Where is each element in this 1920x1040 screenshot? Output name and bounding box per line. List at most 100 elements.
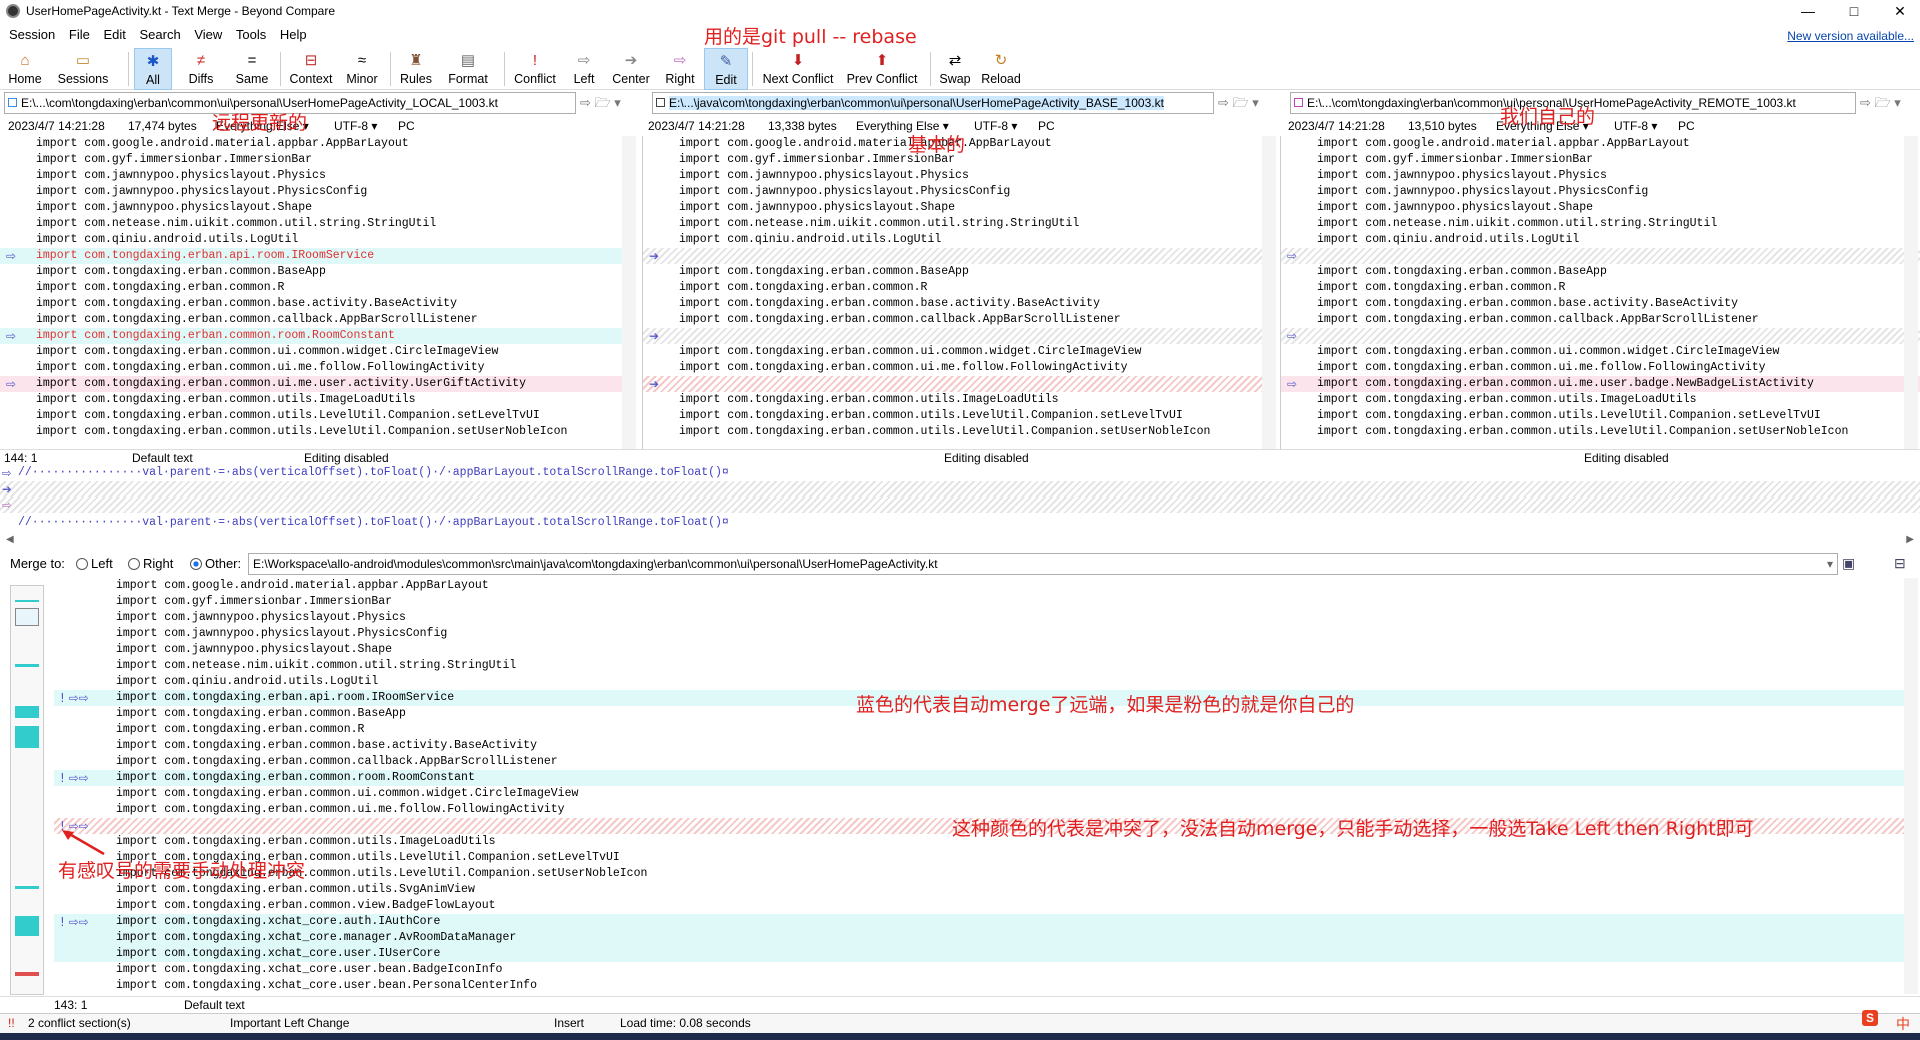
right-file-pane[interactable]: import com.google.android.material.appba… — [1280, 136, 1920, 450]
output-line[interactable]: ! ⇨⇨ import com.tongdaxing.xchat_core.aut… — [54, 914, 1904, 930]
code-line[interactable]: import com.tongdaxing.erban.common.base.… — [643, 296, 1274, 312]
left-encoding-select[interactable]: UTF-8 ▾ — [334, 119, 377, 133]
code-line[interactable]: import com.tongdaxing.erban.common.utils… — [643, 408, 1274, 424]
code-line[interactable]: import com.jawnnypoo.physicslayout.Physi… — [0, 168, 636, 184]
sessions-button[interactable]: ▭ Sessions — [50, 48, 116, 90]
code-line[interactable]: ➔ — [643, 376, 1274, 392]
change-marker-icon[interactable]: ➔ — [649, 248, 663, 264]
merge-other-radio[interactable]: Other: — [190, 556, 241, 571]
code-line[interactable]: import com.gyf.immersionbar.ImmersionBar — [1281, 152, 1920, 168]
change-marker-icon[interactable]: ⇨ — [6, 376, 20, 392]
code-line[interactable]: import com.tongdaxing.erban.common.utils… — [643, 392, 1274, 408]
code-line[interactable]: import com.tongdaxing.erban.common.ui.co… — [1281, 344, 1920, 360]
output-line[interactable]: import com.gyf.immersionbar.ImmersionBar — [54, 594, 1904, 610]
code-line[interactable]: ⇨ import com.tongdaxing.erban.common.room… — [0, 328, 636, 344]
code-line[interactable]: import com.tongdaxing.erban.common.ui.me… — [1281, 360, 1920, 376]
horizontal-scrollbar[interactable]: ◀ ▶ — [0, 534, 1920, 546]
left-scrollbar[interactable] — [622, 136, 636, 450]
menu-tools[interactable]: Tools — [231, 24, 271, 45]
output-line[interactable]: import com.jawnnypoo.physicslayout.Physi… — [54, 626, 1904, 642]
code-line[interactable]: import com.tongdaxing.erban.common.callb… — [643, 312, 1274, 328]
output-line[interactable]: import com.tongdaxing.erban.common.R — [54, 722, 1904, 738]
code-line[interactable]: import com.tongdaxing.erban.common.utils… — [1281, 392, 1920, 408]
center-scrollbar[interactable] — [1262, 136, 1276, 450]
minor-button[interactable]: ≈ Minor — [340, 48, 384, 90]
code-line[interactable]: ➔ — [643, 248, 1274, 264]
center-path-buttons[interactable]: ⇨ 🗁 ▾ — [1218, 92, 1259, 114]
output-line[interactable]: import com.tongdaxing.xchat_core.user.IU… — [54, 946, 1904, 962]
code-line[interactable]: import com.tongdaxing.erban.common.BaseA… — [643, 264, 1274, 280]
code-line[interactable]: ⇨ — [1281, 328, 1920, 344]
change-marker-icon[interactable]: ➔ — [649, 376, 663, 392]
close-button[interactable]: ✕ — [1877, 0, 1920, 24]
code-line[interactable]: import com.jawnnypoo.physicslayout.Shape — [643, 200, 1274, 216]
center-file-pane[interactable]: import com.google.android.material.appba… — [642, 136, 1274, 450]
code-line[interactable]: import com.qiniu.android.utils.LogUtil — [1281, 232, 1920, 248]
menu-help[interactable]: Help — [275, 24, 312, 45]
output-line[interactable]: import com.jawnnypoo.physicslayout.Physi… — [54, 610, 1904, 626]
next-conflict-button[interactable]: ⬇ Next Conflict — [758, 48, 838, 90]
code-line[interactable]: import com.netease.nim.uikit.common.util… — [0, 216, 636, 232]
menu-view[interactable]: View — [189, 24, 227, 45]
code-line[interactable]: import com.netease.nim.uikit.common.util… — [643, 216, 1274, 232]
code-line[interactable]: import com.tongdaxing.erban.common.ui.me… — [643, 360, 1274, 376]
output-line[interactable]: import com.google.android.material.appba… — [54, 578, 1904, 594]
left-button[interactable]: ⇨ Left — [566, 48, 602, 90]
code-line[interactable]: import com.qiniu.android.utils.LogUtil — [0, 232, 636, 248]
right-path-buttons[interactable]: ⇨ 🗁 ▾ — [1860, 92, 1901, 114]
output-scrollbar[interactable] — [1904, 578, 1918, 994]
swap-button[interactable]: ⇄ Swap — [936, 48, 974, 90]
minimize-button[interactable]: — — [1785, 0, 1831, 24]
code-line[interactable]: import com.tongdaxing.erban.common.R — [1281, 280, 1920, 296]
merge-right-radio[interactable]: Right — [128, 556, 173, 571]
output-line[interactable]: import com.tongdaxing.erban.common.utils… — [54, 866, 1904, 882]
output-line[interactable]: import com.tongdaxing.erban.common.view.… — [54, 898, 1904, 914]
home-button[interactable]: ⌂ Home — [4, 48, 46, 90]
code-line[interactable]: ➔ — [643, 328, 1274, 344]
overview-thumbnail[interactable] — [10, 585, 44, 995]
code-line[interactable]: import com.tongdaxing.erban.common.base.… — [1281, 296, 1920, 312]
output-line[interactable]: import com.jawnnypoo.physicslayout.Shape — [54, 642, 1904, 658]
code-line[interactable]: ⇨ — [1281, 248, 1920, 264]
format-button[interactable]: ▤ Format — [440, 48, 496, 90]
edit-button[interactable]: ✎ Edit — [704, 48, 748, 90]
menu-edit[interactable]: Edit — [98, 24, 130, 45]
code-line[interactable]: import com.jawnnypoo.physicslayout.Physi… — [0, 184, 636, 200]
output-line[interactable]: ! ⇨⇨ import com.tongdaxing.erban.common.r… — [54, 770, 1904, 786]
code-line[interactable]: import com.google.android.material.appba… — [1281, 136, 1920, 152]
change-marker-icon[interactable]: ➔ — [649, 328, 663, 344]
save-icon[interactable]: ▣ — [1842, 555, 1855, 572]
rules-button[interactable]: ♜ Rules — [396, 48, 436, 90]
output-line[interactable]: import com.tongdaxing.erban.common.utils… — [54, 850, 1904, 866]
code-line[interactable]: import com.jawnnypoo.physicslayout.Shape — [1281, 200, 1920, 216]
code-line[interactable]: import com.tongdaxing.erban.common.utils… — [0, 392, 636, 408]
left-file-pane[interactable]: import com.google.android.material.appba… — [0, 136, 636, 450]
code-line[interactable]: import com.jawnnypoo.physicslayout.Physi… — [1281, 168, 1920, 184]
change-marker-icon[interactable]: ⇨ — [1287, 376, 1301, 392]
code-line[interactable]: import com.tongdaxing.erban.common.R — [643, 280, 1274, 296]
code-line[interactable]: import com.tongdaxing.erban.common.BaseA… — [1281, 264, 1920, 280]
change-marker-icon[interactable]: ! ⇨⇨ — [60, 914, 89, 930]
code-line[interactable]: import com.tongdaxing.erban.common.callb… — [1281, 312, 1920, 328]
reload-button[interactable]: ↻ Reload — [978, 48, 1024, 90]
code-line[interactable]: import com.jawnnypoo.physicslayout.Physi… — [643, 168, 1274, 184]
change-marker-icon[interactable]: ! ⇨⇨ — [60, 770, 89, 786]
output-line[interactable]: import com.netease.nim.uikit.common.util… — [54, 658, 1904, 674]
code-line[interactable]: import com.tongdaxing.erban.common.base.… — [0, 296, 636, 312]
output-line[interactable]: import com.tongdaxing.xchat_core.user.be… — [54, 978, 1904, 994]
change-marker-icon[interactable]: ! ⇨⇨ — [60, 690, 89, 706]
menu-session[interactable]: Session — [4, 24, 60, 45]
merge-output-path[interactable]: E:\Workspace\allo-android\modules\common… — [248, 553, 1838, 575]
output-line[interactable]: import com.tongdaxing.erban.common.ui.co… — [54, 786, 1904, 802]
change-marker-icon[interactable]: ⇨ — [1287, 328, 1301, 344]
output-line[interactable]: import com.tongdaxing.erban.common.callb… — [54, 754, 1904, 770]
code-line[interactable]: import com.jawnnypoo.physicslayout.Physi… — [1281, 184, 1920, 200]
code-line[interactable]: import com.tongdaxing.erban.common.ui.co… — [643, 344, 1274, 360]
code-line[interactable]: import com.gyf.immersionbar.ImmersionBar — [0, 152, 636, 168]
right-button[interactable]: ⇨ Right — [658, 48, 702, 90]
new-version-link[interactable]: New version available... — [1787, 29, 1914, 43]
change-marker-icon[interactable]: ⇨ — [1287, 248, 1301, 264]
code-line[interactable]: import com.tongdaxing.erban.common.utils… — [0, 408, 636, 424]
code-line[interactable]: import com.google.android.material.appba… — [0, 136, 636, 152]
code-line[interactable]: import com.jawnnypoo.physicslayout.Shape — [0, 200, 636, 216]
